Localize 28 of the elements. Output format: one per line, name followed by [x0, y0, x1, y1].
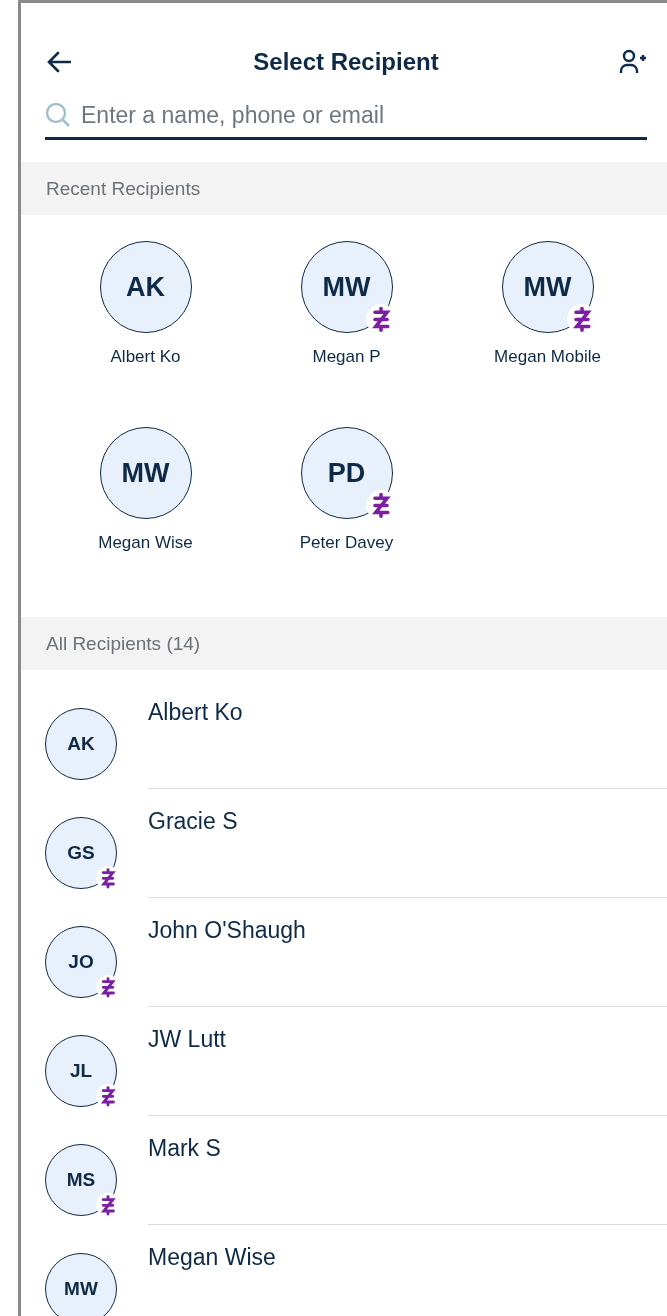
avatar[interactable]: PD — [300, 427, 393, 519]
recipient-name: Megan Mobile — [494, 347, 601, 367]
section-title: All Recipients (14) — [46, 632, 201, 655]
recipient-name: Albert Ko — [110, 347, 181, 367]
avatar[interactable]: JL — [45, 1035, 117, 1107]
recipient-name: Megan Wise — [98, 533, 193, 553]
avatar[interactable]: AK — [45, 708, 117, 780]
avatar[interactable]: GS — [45, 817, 117, 889]
recipient-name[interactable]: Megan Wise — [148, 1244, 276, 1270]
recipient-name: Peter Davey — [299, 533, 394, 553]
avatar[interactable]: AK — [99, 241, 192, 333]
avatar[interactable]: MW — [99, 427, 192, 519]
search-icon — [45, 102, 71, 128]
recipient-name[interactable]: Mark S — [148, 1135, 221, 1161]
section-title: Recent Recipients — [46, 177, 201, 200]
avatar[interactable]: MW — [501, 241, 594, 333]
recipient-name[interactable]: JW Lutt — [148, 1026, 226, 1052]
avatar[interactable]: JO — [45, 926, 117, 998]
recipient-name[interactable]: John O'Shaugh — [148, 917, 306, 943]
recipient-name[interactable]: Albert Ko — [148, 699, 243, 725]
recipient-name: Megan P — [312, 347, 381, 367]
recipient-name[interactable]: Gracie S — [148, 808, 238, 834]
search-field[interactable]: Enter a name, phone or email — [81, 101, 647, 129]
avatar[interactable]: MS — [45, 1144, 117, 1216]
avatar[interactable]: MW — [45, 1253, 117, 1316]
screen-title: Select Recipient — [253, 48, 439, 76]
avatar[interactable]: MW — [300, 241, 393, 333]
add-person-icon[interactable] — [619, 48, 647, 76]
